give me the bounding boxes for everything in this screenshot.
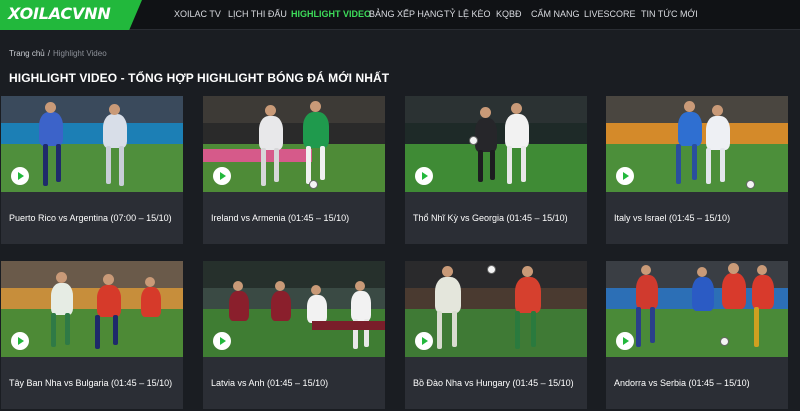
nav-item-tin-tuc-moi[interactable]: TIN TỨC MỚI	[641, 9, 698, 19]
play-icon[interactable]	[213, 167, 231, 185]
nav-item-highlight-video[interactable]: HIGHLIGHT VIDEO	[291, 9, 371, 19]
breadcrumb-current: Highlight Video	[52, 49, 107, 58]
video-thumbnail[interactable]	[606, 261, 788, 357]
breadcrumb-home[interactable]: Trang chủ	[9, 49, 45, 58]
nav-item-xoilac-tv[interactable]: XOILAC TV	[174, 9, 221, 19]
nav-item-bang-xep-hang[interactable]: BẢNG XẾP HẠNG	[369, 9, 443, 19]
play-icon[interactable]	[616, 332, 634, 350]
video-title[interactable]: Tây Ban Nha vs Bulgaria (01:45 – 15/10)	[9, 378, 179, 388]
video-card[interactable]: Thổ Nhĩ Kỳ vs Georgia (01:45 – 15/10)	[405, 96, 587, 244]
video-title[interactable]: Puerto Rico vs Argentina (07:00 – 15/10)	[9, 213, 179, 223]
nav-item-cam-nang[interactable]: CẨM NANG	[531, 9, 580, 19]
video-title[interactable]: Thổ Nhĩ Kỳ vs Georgia (01:45 – 15/10)	[413, 213, 583, 223]
play-icon[interactable]	[415, 332, 433, 350]
page-title: HIGHLIGHT VIDEO - TỔNG HỢP HIGHLIGHT BÓN…	[9, 71, 390, 85]
video-thumbnail[interactable]	[1, 96, 183, 192]
play-icon[interactable]	[415, 167, 433, 185]
video-thumbnail[interactable]	[405, 261, 587, 357]
nav-item-ty-le-keo[interactable]: TỶ LỆ KÈO	[444, 9, 491, 19]
video-card[interactable]: Tây Ban Nha vs Bulgaria (01:45 – 15/10)	[1, 261, 183, 409]
video-thumbnail[interactable]	[203, 96, 385, 192]
video-title[interactable]: Andorra vs Serbia (01:45 – 15/10)	[614, 378, 784, 388]
video-card[interactable]: Latvia vs Anh (01:45 – 15/10)	[203, 261, 385, 409]
video-title[interactable]: Bồ Đào Nha vs Hungary (01:45 – 15/10)	[413, 378, 583, 388]
breadcrumb: Trang chủ / Highlight Video	[9, 49, 107, 58]
video-thumbnail[interactable]	[203, 261, 385, 357]
video-card[interactable]: Andorra vs Serbia (01:45 – 15/10)	[606, 261, 788, 409]
nav-item-kqbd[interactable]: KQBĐ	[496, 9, 522, 19]
video-title[interactable]: Latvia vs Anh (01:45 – 15/10)	[211, 378, 381, 388]
nav-item-livescore[interactable]: LIVESCORE	[584, 9, 636, 19]
play-icon[interactable]	[616, 167, 634, 185]
video-card[interactable]: Puerto Rico vs Argentina (07:00 – 15/10)	[1, 96, 183, 244]
video-title[interactable]: Ireland vs Armenia (01:45 – 15/10)	[211, 213, 381, 223]
site-header: XOILACVNN XOILAC TV LỊCH THI ĐẤU HIGHLIG…	[0, 0, 800, 30]
video-thumbnail[interactable]	[1, 261, 183, 357]
video-card[interactable]: Italy vs Israel (01:45 – 15/10)	[606, 96, 788, 244]
play-icon[interactable]	[11, 167, 29, 185]
play-icon[interactable]	[213, 332, 231, 350]
video-card[interactable]: Bồ Đào Nha vs Hungary (01:45 – 15/10)	[405, 261, 587, 409]
video-thumbnail[interactable]	[405, 96, 587, 192]
video-card[interactable]: Ireland vs Armenia (01:45 – 15/10)	[203, 96, 385, 244]
video-title[interactable]: Italy vs Israel (01:45 – 15/10)	[614, 213, 784, 223]
video-thumbnail[interactable]	[606, 96, 788, 192]
site-logo[interactable]: XOILACVNN	[0, 0, 142, 30]
logo-text: XOILACVNN	[8, 4, 111, 23]
breadcrumb-separator: /	[47, 49, 50, 58]
play-icon[interactable]	[11, 332, 29, 350]
nav-item-lich-thi-dau[interactable]: LỊCH THI ĐẤU	[228, 9, 287, 19]
